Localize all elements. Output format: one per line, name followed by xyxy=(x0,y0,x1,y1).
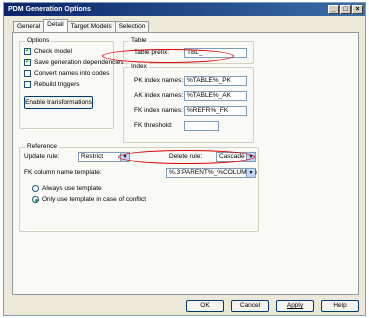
fk-column-name-template-label: FK column name template: xyxy=(24,169,102,176)
tab-strip: General Detail Target Models Selection xyxy=(13,19,150,32)
help-button[interactable]: Help xyxy=(321,300,359,312)
only-use-template-label: Only use template in case of conflict xyxy=(42,196,147,203)
pk-index-names-input[interactable]: %TABLE%_PK xyxy=(184,76,247,86)
apply-button[interactable]: Apply xyxy=(276,300,314,312)
pk-index-names-label: PK index names: xyxy=(134,77,184,84)
check-model-checkbox[interactable]: ✔ Check model xyxy=(24,48,72,55)
options-legend: Options xyxy=(25,37,52,44)
pdm-generation-options-dialog: PDM Generation Options _ □ × General Det… xyxy=(3,2,366,316)
convert-names-into-codes-checkbox[interactable]: Convert names into codes xyxy=(24,70,110,77)
radio-always-use-template[interactable] xyxy=(32,185,39,192)
fk-index-names-label: FK index names: xyxy=(134,107,183,114)
always-use-template-label: Always use template xyxy=(42,185,102,192)
detail-panel: Options ✔ Check model ✔ Save generation … xyxy=(12,32,359,295)
delete-rule-highlight xyxy=(118,150,255,164)
checkbox-check-model[interactable]: ✔ xyxy=(24,48,31,55)
fk-column-name-template-select[interactable]: %.3:PARENT%_%COLUMN% ▼ xyxy=(166,168,258,178)
index-legend: Index xyxy=(129,63,149,70)
radio-only-use-template-in-case-of-conflict[interactable] xyxy=(32,196,39,203)
convert-names-into-codes-label: Convert names into codes xyxy=(34,70,110,77)
save-generation-dependencies-checkbox[interactable]: ✔ Save generation dependencies xyxy=(24,59,124,66)
enable-transformations-button[interactable]: Enable transformations xyxy=(24,96,93,109)
tab-general[interactable]: General xyxy=(13,21,45,32)
options-group: Options ✔ Check model ✔ Save generation … xyxy=(19,37,124,129)
reference-legend: Reference xyxy=(25,143,59,150)
index-group: Index PK index names: %TABLE%_PK AK inde… xyxy=(123,63,254,143)
table-legend: Table xyxy=(129,37,149,44)
ak-index-names-input[interactable]: %TABLE%_AK xyxy=(184,91,247,101)
maximize-button[interactable]: □ xyxy=(340,5,351,14)
rebuild-triggers-label: Rebuild triggers xyxy=(34,81,80,88)
update-rule-value: Restrict xyxy=(81,153,104,160)
save-generation-dependencies-label: Save generation dependencies xyxy=(34,59,124,66)
tab-target-models[interactable]: Target Models xyxy=(66,21,116,32)
tab-detail[interactable]: Detail xyxy=(43,19,68,32)
fk-threshold-input[interactable] xyxy=(184,121,219,131)
window-title: PDM Generation Options xyxy=(8,6,91,13)
checkbox-rebuild-triggers[interactable] xyxy=(24,81,31,88)
always-use-template-radio[interactable]: Always use template xyxy=(32,185,102,192)
chevron-down-icon[interactable]: ▼ xyxy=(246,169,255,177)
checkbox-save-generation-dependencies[interactable]: ✔ xyxy=(24,59,31,66)
check-model-label: Check model xyxy=(34,48,72,55)
tab-selection[interactable]: Selection xyxy=(114,21,150,32)
dialog-button-bar: OK Cancel Apply Help xyxy=(4,297,365,315)
update-rule-label: Update rule: xyxy=(24,153,60,160)
minimize-button[interactable]: _ xyxy=(328,5,339,14)
close-button[interactable]: × xyxy=(352,5,363,14)
ok-button[interactable]: OK xyxy=(186,300,224,312)
rebuild-triggers-checkbox[interactable]: Rebuild triggers xyxy=(24,81,80,88)
fk-column-name-template-value: %.3:PARENT%_%COLUMN% xyxy=(169,169,258,176)
only-use-template-radio[interactable]: Only use template in case of conflict xyxy=(32,196,146,203)
cancel-button[interactable]: Cancel xyxy=(231,300,269,312)
fk-index-names-input[interactable]: %REFR%_FK xyxy=(184,106,247,116)
table-prefix-highlight xyxy=(102,49,234,63)
apply-label: Apply xyxy=(286,302,304,309)
title-bar[interactable]: PDM Generation Options _ □ × xyxy=(4,3,365,16)
fk-threshold-label: FK threshold: xyxy=(134,122,173,129)
ak-index-names-label: AK index names: xyxy=(134,92,184,99)
checkbox-convert-names-into-codes[interactable] xyxy=(24,70,31,77)
